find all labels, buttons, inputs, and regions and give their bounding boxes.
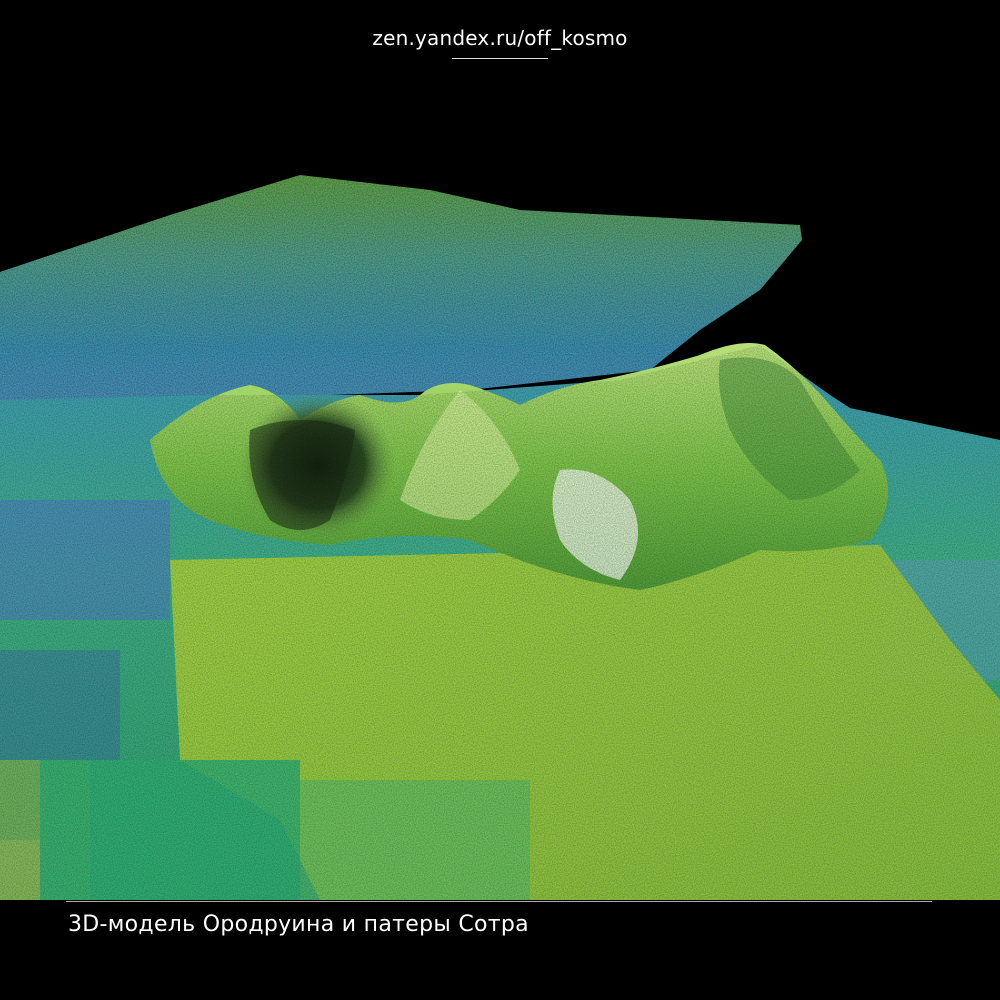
terrain-render [0,175,1000,900]
image-caption: 3D-модель Ородруина и патеры Сотра [68,912,529,937]
caption-rule [66,901,932,902]
